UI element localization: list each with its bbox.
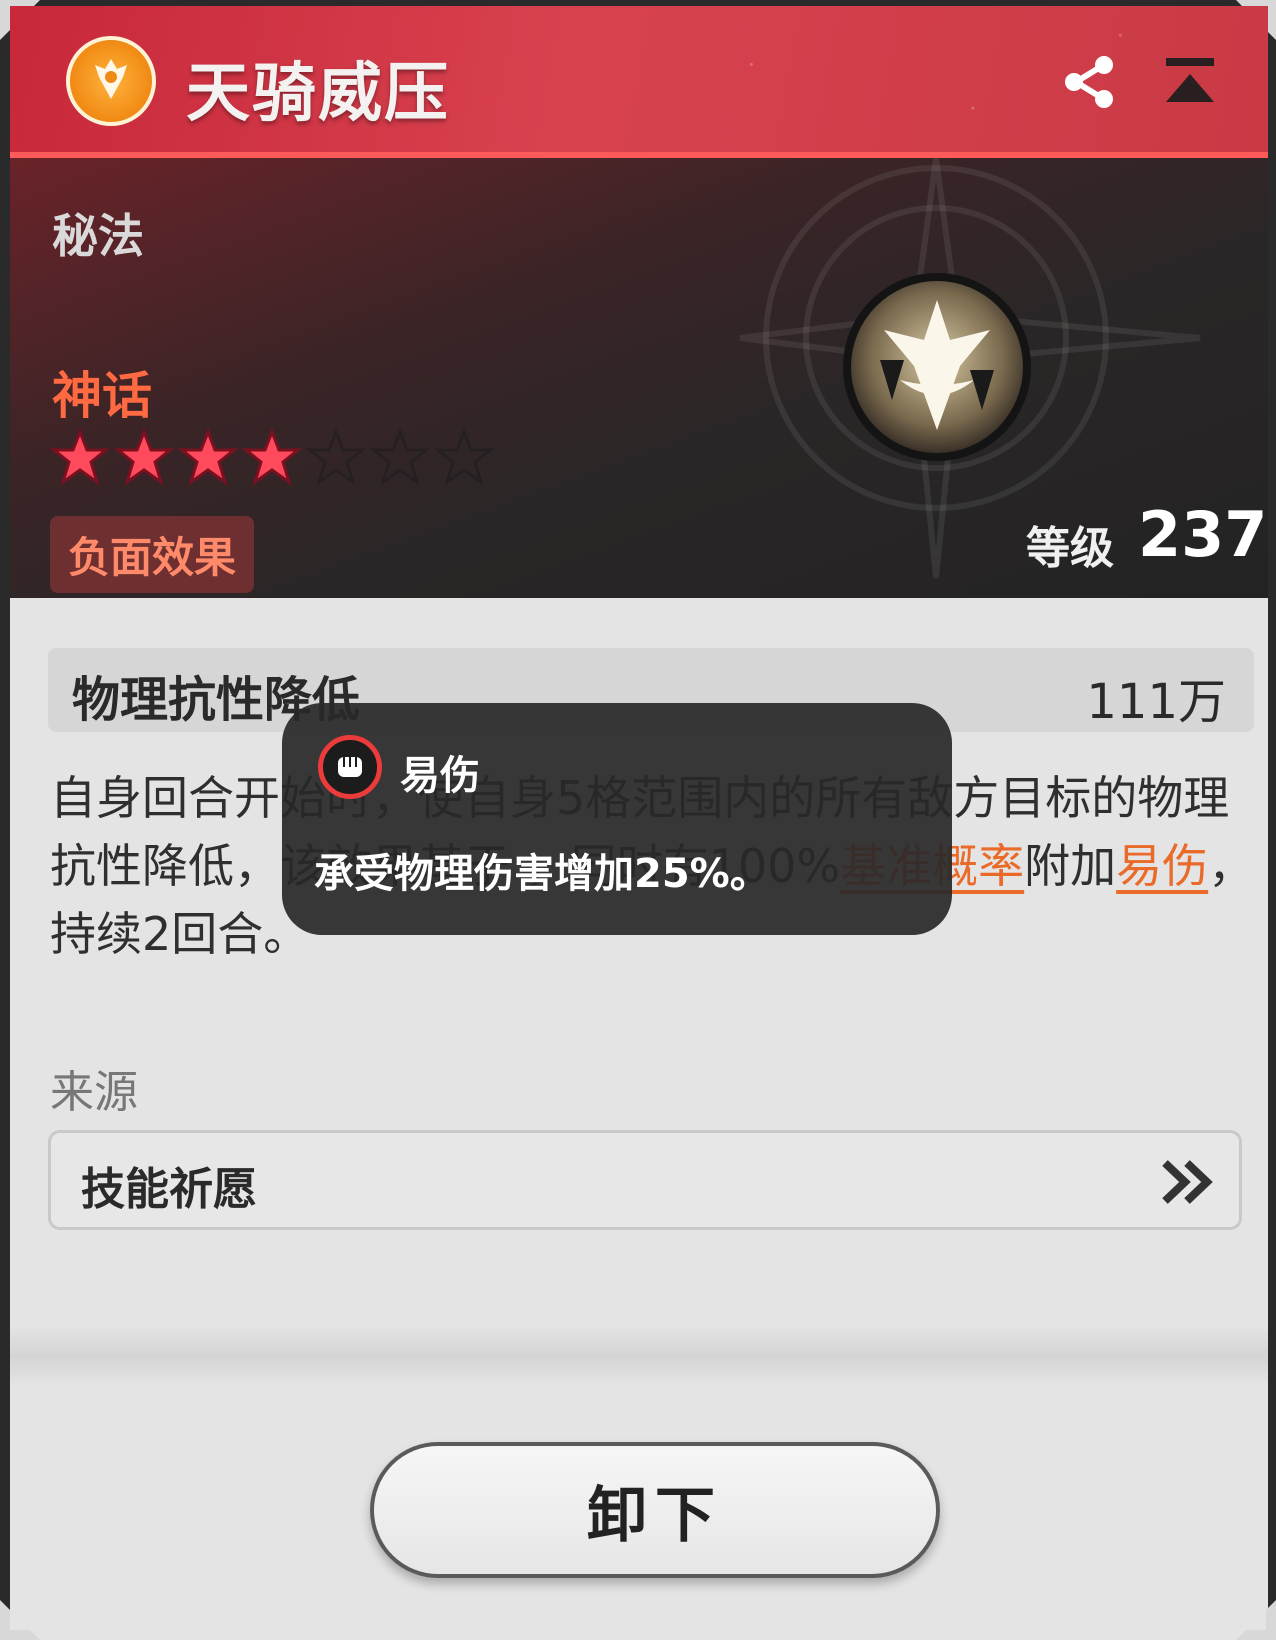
- tooltip-text: 承受物理伤害增加25%。: [314, 851, 770, 897]
- corner-ornament-bottom-right: [1236, 1600, 1276, 1640]
- star-filled-icon: [114, 428, 174, 486]
- unequip-button[interactable]: 卸下: [370, 1442, 940, 1578]
- skill-hero: 秘法 神话 负面效果 等级 237: [10, 158, 1268, 598]
- stat-value: 111万: [1086, 674, 1226, 730]
- source-label: 来源: [50, 1067, 138, 1118]
- header-bar: 天骑威压: [10, 6, 1268, 158]
- star-filled-icon: [242, 428, 302, 486]
- star-rating: [50, 428, 494, 488]
- star-filled-icon: [178, 428, 238, 486]
- tooltip-title: 易伤: [400, 753, 480, 799]
- collapse-icon[interactable]: [1160, 50, 1220, 110]
- keyword-vulnerable[interactable]: 易伤: [1116, 839, 1208, 893]
- unequip-button-label: 卸下: [587, 1480, 723, 1551]
- keyword-tooltip: 易伤 承受物理伤害增加25%。: [282, 703, 952, 935]
- source-item-button[interactable]: 技能祈愿: [48, 1130, 1242, 1230]
- source-item-label: 技能祈愿: [81, 1164, 257, 1215]
- skill-title: 天骑威压: [186, 57, 450, 131]
- star-empty-icon: [434, 428, 494, 486]
- star-filled-icon: [50, 428, 110, 486]
- double-chevron-right-icon: [1162, 1160, 1213, 1204]
- share-icon[interactable]: [1060, 52, 1120, 112]
- effect-type-badge: 负面效果: [50, 516, 255, 593]
- corner-ornament-bottom-left: [0, 1600, 40, 1640]
- skill-class-icon: [66, 36, 156, 126]
- skill-detail-panel: 天骑威压 秘法 神话 负面效果 等级 237 物理抗性降低 111万 自身回合开…: [10, 6, 1268, 1640]
- skill-category: 秘法: [52, 209, 144, 263]
- star-empty-icon: [370, 428, 430, 486]
- vulnerable-fist-icon: [318, 735, 382, 799]
- skill-rarity: 神话: [52, 367, 152, 425]
- section-divider: [10, 1326, 1268, 1386]
- header-sparkle-bg: [530, 6, 1268, 152]
- star-empty-icon: [306, 428, 366, 486]
- level-label: 等级: [1026, 523, 1114, 574]
- level-value: 237: [1138, 498, 1268, 571]
- description-text: 附加: [1024, 839, 1117, 893]
- skill-emblem-icon: [843, 273, 1031, 461]
